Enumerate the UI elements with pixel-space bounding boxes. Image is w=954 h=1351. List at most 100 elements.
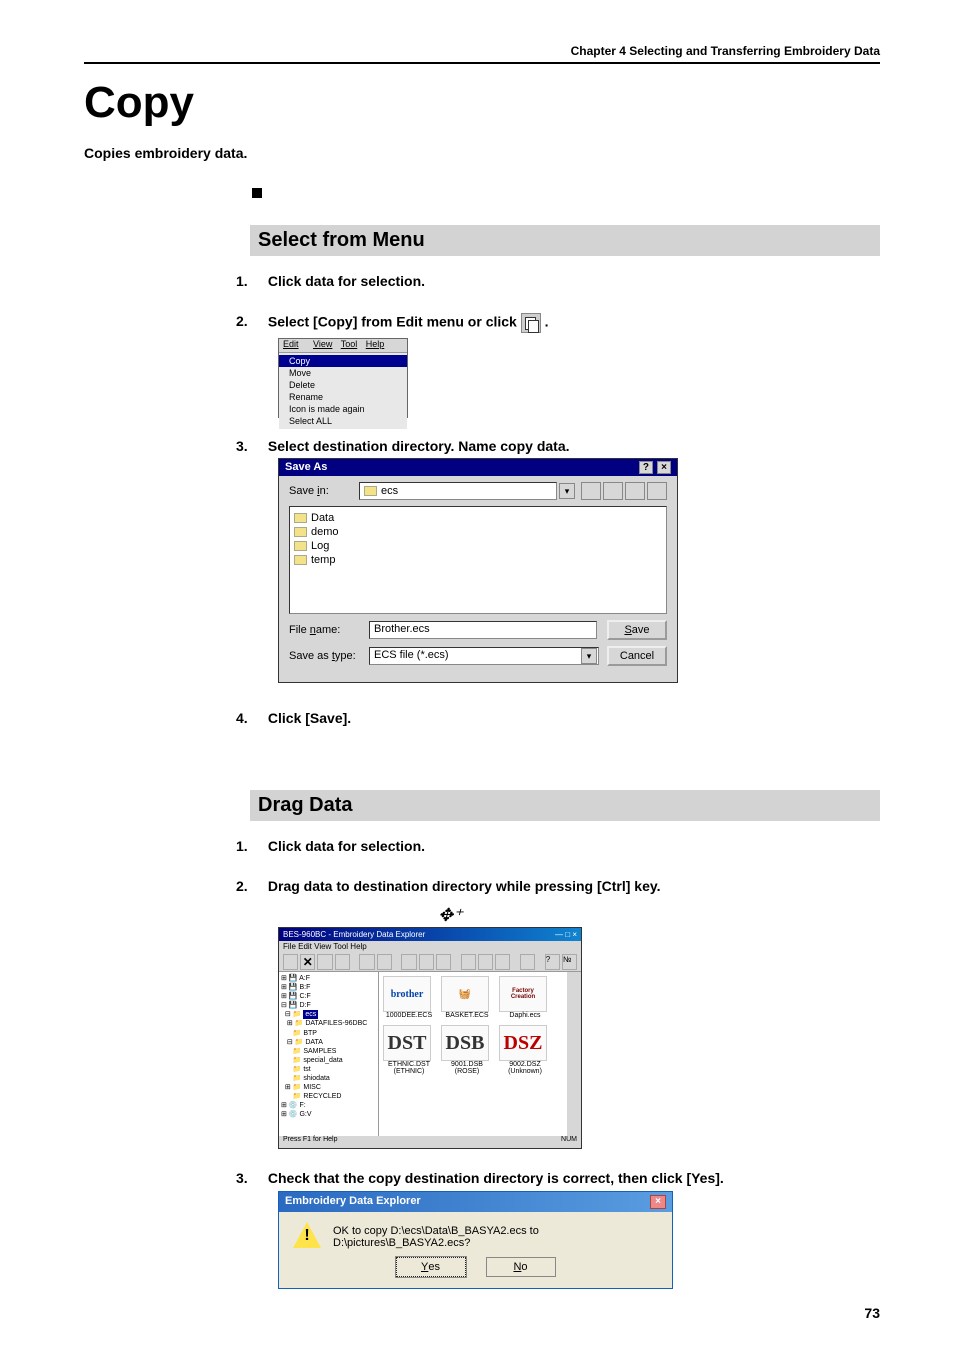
- explorer-title-text: BES-960BC - Embroidery Data Explorer: [283, 930, 425, 939]
- step-text: Click data for selection.: [268, 838, 425, 854]
- savein-value: ecs: [381, 485, 398, 497]
- file-name: ETHNIC.DST: [383, 1061, 435, 1068]
- file-thumb: DSB: [441, 1025, 489, 1061]
- step-number: 3.: [236, 1170, 264, 1186]
- window-buttons: — □ ×: [555, 930, 577, 939]
- file-sub: (Unknown): [499, 1068, 551, 1075]
- page-header: Chapter 4 Selecting and Transferring Emb…: [84, 44, 880, 58]
- folder-tree: ⊞ 💾 A:F ⊞ 💾 B:F ⊞ 💾 C:F ⊟ 💾 D:F ⊟ 📁 ecs …: [279, 972, 379, 1136]
- details-view-icon: [647, 482, 667, 500]
- confirm-title-text: Embroidery Data Explorer: [285, 1195, 421, 1209]
- toolbar-button: [495, 954, 510, 970]
- status-right: NUM: [561, 1136, 577, 1148]
- folder-icon: [364, 486, 377, 496]
- file-thumb: DST: [383, 1025, 431, 1061]
- menu-item-copy: Copy: [279, 355, 407, 367]
- step-text-part: Select [Copy] from Edit menu or click: [268, 314, 521, 330]
- savein-label: Save in:: [289, 485, 359, 497]
- step-number: 2.: [236, 313, 264, 329]
- close-icon: ×: [650, 1195, 666, 1209]
- saveastype-field: ECS file (*.ecs): [369, 647, 599, 665]
- header-rule: [84, 62, 880, 64]
- toolbar-button: [520, 954, 535, 970]
- page-title: Copy: [84, 78, 194, 128]
- chevron-down-icon: [559, 483, 575, 499]
- toolbar-button: [461, 954, 476, 970]
- bullet-marker: [252, 188, 262, 198]
- filename-field: Brother.ecs: [369, 621, 597, 639]
- section-heading-drag-data: Drag Data: [250, 790, 880, 821]
- chevron-down-icon: [581, 648, 597, 664]
- confirm-message: OK to copy D:\ecs\Data\B_BASYA2.ecs to D…: [333, 1222, 658, 1249]
- menu-item-icon-made-again: Icon is made again: [279, 403, 407, 415]
- saveastype-label: Save as type:: [289, 650, 369, 662]
- edit-menu-screenshot: Edit View Tool Help Copy Move Delete Ren…: [278, 338, 408, 418]
- file-sub: (ROSE): [441, 1068, 493, 1075]
- delete-icon: ✕: [300, 954, 315, 970]
- savein-field: ecs: [359, 482, 557, 500]
- toolbar-button: [478, 954, 493, 970]
- saveas-title-text: Save As: [285, 461, 327, 474]
- save-button: Save: [607, 620, 667, 640]
- new-folder-icon: [603, 482, 623, 500]
- page-number: 73: [864, 1305, 880, 1321]
- save-as-dialog-screenshot: Save As ? × Save in: ecs Data demo Log t…: [278, 458, 678, 683]
- step-text: Click [Save].: [268, 710, 351, 726]
- menu-view: View: [313, 339, 332, 349]
- file-name: 9001.DSB: [441, 1061, 493, 1068]
- whats-this-icon: №: [562, 954, 577, 970]
- file-grid: brother 1000DEE.ECS 🧺 BASKET.ECS Factory…: [379, 972, 567, 1136]
- toolbar-button: [377, 954, 392, 970]
- file-name: 1000DEE.ECS: [383, 1012, 435, 1019]
- folder-list: Data demo Log temp: [289, 506, 667, 614]
- folder-item: Data: [311, 512, 334, 524]
- explorer-toolbar: ✕ ? №: [279, 952, 581, 972]
- step-text: Drag data to destination directory while…: [268, 878, 661, 894]
- step-text-part: .: [545, 314, 549, 330]
- step-text: Select destination directory. Name copy …: [268, 438, 570, 454]
- file-thumb: Factory Creation: [499, 976, 547, 1012]
- explorer-menubar: File Edit View Tool Help: [279, 941, 581, 952]
- step-number: 3.: [236, 438, 264, 454]
- up-folder-icon: [581, 482, 601, 500]
- file-name: BASKET.ECS: [441, 1012, 493, 1019]
- yes-button: Yes: [396, 1257, 466, 1277]
- toolbar-button: [283, 954, 298, 970]
- menu-tool: Tool: [341, 339, 358, 349]
- folder-icon: [294, 541, 307, 551]
- list-view-icon: [625, 482, 645, 500]
- folder-item: temp: [311, 554, 335, 566]
- warning-icon: [293, 1222, 321, 1248]
- no-button: No: [486, 1257, 556, 1277]
- drag-cursor-icon: ✥⁺: [438, 905, 463, 926]
- menu-item-select-all: Select ALL: [279, 415, 407, 427]
- filename-label: File name:: [289, 624, 369, 636]
- confirm-dialog-screenshot: Embroidery Data Explorer × OK to copy D:…: [278, 1191, 673, 1289]
- step-number: 1.: [236, 838, 264, 854]
- toolbar-button: [419, 954, 434, 970]
- copy-icon: [521, 313, 541, 333]
- file-name: Daphi.ecs: [499, 1012, 551, 1019]
- menu-edit: Edit: [283, 339, 305, 349]
- toolbar-button: [401, 954, 416, 970]
- folder-item: Log: [311, 540, 329, 552]
- file-thumb: DSZ: [499, 1025, 547, 1061]
- close-icon: ×: [657, 461, 671, 474]
- page-subtitle: Copies embroidery data.: [84, 145, 247, 161]
- step-number: 2.: [236, 878, 264, 894]
- step-text: Select [Copy] from Edit menu or click .: [268, 313, 549, 333]
- menu-item-rename: Rename: [279, 391, 407, 403]
- toolbar-button: [317, 954, 332, 970]
- help-icon: ?: [545, 954, 560, 970]
- file-thumb: brother: [383, 976, 431, 1012]
- file-sub: (ETHNIC): [383, 1068, 435, 1075]
- file-thumb: 🧺: [441, 976, 489, 1012]
- explorer-screenshot: BES-960BC - Embroidery Data Explorer — □…: [278, 927, 582, 1149]
- folder-icon: [294, 555, 307, 565]
- toolbar-button: [335, 954, 350, 970]
- folder-icon: [294, 527, 307, 537]
- folder-icon: [294, 513, 307, 523]
- scrollbar: [567, 972, 581, 1136]
- menu-item-delete: Delete: [279, 379, 407, 391]
- folder-item: demo: [311, 526, 339, 538]
